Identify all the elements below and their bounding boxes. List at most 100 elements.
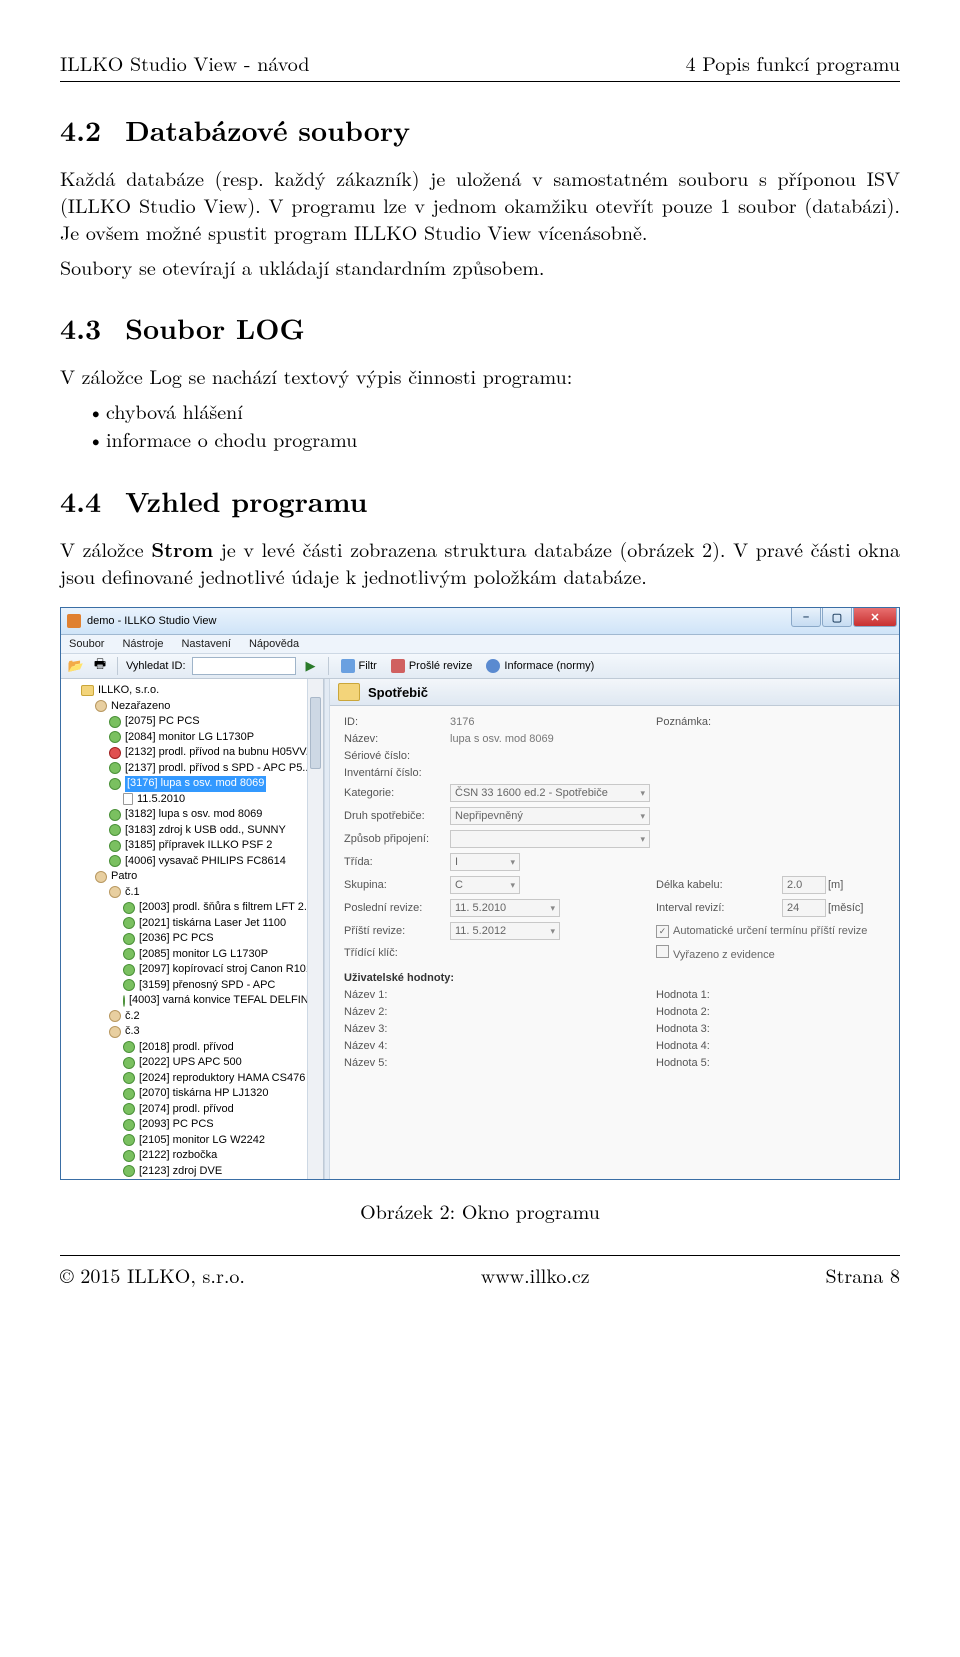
tree-item[interactable]: [3182] lupa s osv. mod 8069 — [67, 807, 323, 823]
minimize-button[interactable]: – — [791, 608, 821, 627]
app-icon — [67, 614, 81, 628]
page-footer: © 2015 ILLKO, s.r.o. www.illko.cz Strana… — [60, 1260, 900, 1289]
search-input[interactable] — [192, 657, 296, 675]
tree-item[interactable]: Patro — [67, 869, 323, 885]
tree-item-label: [2024] reproduktory HAMA CS476 — [139, 1071, 305, 1087]
posledni-input[interactable]: 11. 5.2010 — [450, 899, 560, 917]
tree-item[interactable]: [3176] lupa s osv. mod 8069 — [67, 776, 323, 792]
header-right: 4 Popis funkcí programu — [686, 48, 900, 77]
tree-item-label: [3182] lupa s osv. mod 8069 — [125, 807, 262, 823]
tree-item[interactable]: [4006] vysavač PHILIPS FC8614 — [67, 854, 323, 870]
window-title: demo - ILLKO Studio View — [87, 615, 216, 627]
tree-item[interactable]: Nezařazeno — [67, 699, 323, 715]
tree-item[interactable]: [2021] tiskárna Laser Jet 1100 — [67, 916, 323, 932]
invent-label: Inventární číslo: — [344, 767, 444, 779]
footer-left: © 2015 ILLKO, s.r.o. — [60, 1260, 245, 1289]
zpusob-label: Způsob připojení: — [344, 833, 444, 845]
tree-item[interactable]: [2093] PC PCS — [67, 1117, 323, 1133]
tree-item-label: [2084] monitor LG L1730P — [125, 730, 254, 746]
menu-nastaveni[interactable]: Nastavení — [181, 638, 231, 650]
search-go-icon[interactable]: ▶ — [302, 657, 320, 675]
tree-item[interactable]: č.1 — [67, 885, 323, 901]
vyraz-checkbox-row[interactable]: Vyřazeno z evidence — [656, 945, 878, 961]
tree-item-label: č.1 — [125, 885, 140, 901]
green-icon — [123, 933, 135, 945]
tree-item[interactable]: [2123] zdroj DVE — [67, 1164, 323, 1180]
tree-item[interactable]: [2074] prodl. přívod — [67, 1102, 323, 1118]
informace-button[interactable]: Informace (normy) — [482, 658, 598, 674]
auto-checkbox[interactable]: ✓ — [656, 925, 669, 938]
close-button[interactable]: ✕ — [853, 608, 897, 627]
tree-scrollbar[interactable] — [307, 679, 323, 1179]
menu-napoveda[interactable]: Nápověda — [249, 638, 299, 650]
tree-item[interactable]: [2075] PC PCS — [67, 714, 323, 730]
prosle-revize-button[interactable]: Prošlé revize — [387, 658, 477, 674]
section-4-3-list: chybová hlášení informace o chodu progra… — [88, 397, 900, 453]
tree-item[interactable]: [2122] rozbočka — [67, 1148, 323, 1164]
skupina-label: Skupina: — [344, 879, 444, 891]
pristi-label: Příští revize: — [344, 925, 444, 937]
user-icon — [95, 700, 107, 712]
tree-item[interactable]: č.2 — [67, 1009, 323, 1025]
tree-item[interactable]: [2137] prodl. přívod s SPD - APC P5... — [67, 761, 323, 777]
hodnota4-label: Hodnota 4: — [656, 1040, 776, 1052]
delka-input[interactable]: 2.0 — [782, 876, 826, 894]
menu-nastroje[interactable]: Nástroje — [122, 638, 163, 650]
green-icon — [109, 840, 121, 852]
open-icon[interactable]: 📂 — [67, 657, 85, 675]
maximize-button[interactable]: ▢ — [822, 608, 852, 627]
header-left: ILLKO Studio View - návod — [60, 48, 309, 77]
druh-select[interactable]: Nepřipevněný — [450, 807, 650, 825]
print-icon[interactable]: 🖶 — [91, 657, 109, 675]
kategorie-select[interactable]: ČSN 33 1600 ed.2 - Spotřebiče — [450, 784, 650, 802]
tree-item[interactable]: ILLKO, s.r.o. — [67, 683, 323, 699]
auto-checkbox-row[interactable]: ✓Automatické určení termínu příští reviz… — [656, 925, 878, 938]
nazev4-label: Název 4: — [344, 1040, 444, 1052]
tree-item[interactable]: [2003] prodl. šňůra s filtrem LFT 2... — [67, 900, 323, 916]
tree-item[interactable]: [4003] varná konvice TEFAL DELFINA ... — [67, 993, 323, 1009]
trida-select[interactable]: I — [450, 853, 520, 871]
tree-item[interactable]: [3183] zdroj k USB odd., SUNNY — [67, 823, 323, 839]
tree-item-label: [2105] monitor LG W2242 — [139, 1133, 265, 1149]
tree-item[interactable]: 11.5.2010 — [67, 792, 323, 808]
green-icon — [123, 1119, 135, 1131]
tree-item-label: Patro — [111, 869, 137, 885]
list-item: informace o chodu programu — [88, 425, 900, 453]
tree-item[interactable]: [2084] monitor LG L1730P — [67, 730, 323, 746]
section-4-3-heading: 4.3Soubor LOG — [60, 308, 900, 348]
tree-item-label: [2075] PC PCS — [125, 714, 200, 730]
filter-button[interactable]: Filtr — [337, 658, 381, 674]
green-icon — [123, 1165, 135, 1177]
tree-item[interactable]: [2132] prodl. přívod na bubnu H05VV... — [67, 745, 323, 761]
detail-header: Spotřebič — [330, 679, 899, 706]
pristi-input[interactable]: 11. 5.2012 — [450, 922, 560, 940]
skupina-select[interactable]: C — [450, 876, 520, 894]
tree-item[interactable]: [2097] kopírovací stroj Canon R1018 — [67, 962, 323, 978]
tree-item[interactable]: [2036] PC PCS — [67, 931, 323, 947]
tree-item[interactable]: [2105] monitor LG W2242 — [67, 1133, 323, 1149]
tree-item[interactable]: [2070] tiskárna HP LJ1320 — [67, 1086, 323, 1102]
green-icon — [109, 824, 121, 836]
tree-item-label: [3159] přenosný SPD - APC — [139, 978, 275, 994]
zpusob-select[interactable] — [450, 830, 650, 848]
tree-item[interactable]: [3185] přípravek ILLKO PSF 2 — [67, 838, 323, 854]
interval-input[interactable]: 24 — [782, 899, 826, 917]
figure-caption: Obrázek 2: Okno programu — [60, 1196, 900, 1225]
tree-item[interactable]: č.3 — [67, 1024, 323, 1040]
section-4-3-intro: V záložce Log se nachází textový výpis č… — [60, 362, 900, 389]
tree-item[interactable]: [2022] UPS APC 500 — [67, 1055, 323, 1071]
tree-item-label: č.2 — [125, 1009, 140, 1025]
menu-soubor[interactable]: Soubor — [69, 638, 104, 650]
tree-item[interactable]: [3159] přenosný SPD - APC — [67, 978, 323, 994]
footer-right: Strana 8 — [825, 1260, 900, 1289]
footer-rule — [60, 1255, 900, 1256]
tree-item[interactable]: [2018] prodl. přívod — [67, 1040, 323, 1056]
tree-item[interactable]: [2085] monitor LG L1730P — [67, 947, 323, 963]
tree[interactable]: ILLKO, s.r.o.Nezařazeno[2075] PC PCS[208… — [61, 679, 323, 1179]
tree-item[interactable]: [2024] reproduktory HAMA CS476 — [67, 1071, 323, 1087]
titlebar[interactable]: demo - ILLKO Studio View – ▢ ✕ — [61, 608, 899, 635]
delka-label: Délka kabelu: — [656, 879, 776, 891]
trida-label: Třída: — [344, 856, 444, 868]
vyraz-checkbox[interactable] — [656, 945, 669, 958]
green-icon — [123, 1041, 135, 1053]
